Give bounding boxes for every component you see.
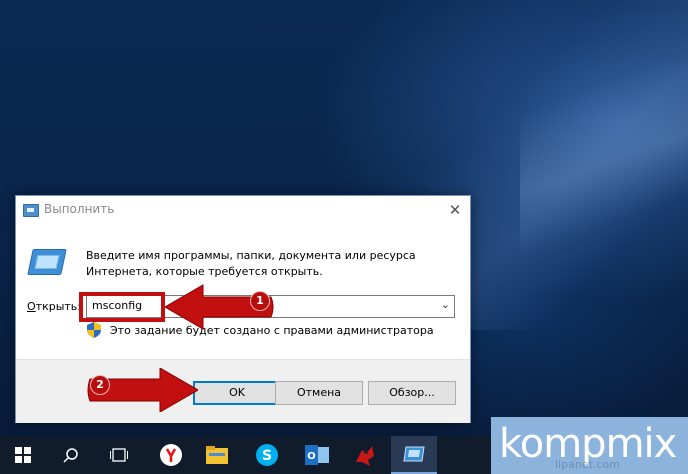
dialog-description: Введите имя программы, папки, документа …	[86, 249, 416, 278]
run-app-icon	[23, 204, 39, 217]
wallpaper-light-beam	[520, 0, 688, 260]
taskbar-file-explorer[interactable]	[194, 436, 240, 474]
watermark-sub: lipanet.com	[555, 458, 620, 471]
dialog-titlebar[interactable]: Выполнить ✕	[16, 196, 470, 224]
run-icon	[27, 249, 67, 275]
close-button[interactable]: ✕	[441, 198, 469, 222]
highlight-box	[79, 292, 165, 322]
dialog-title: Выполнить	[44, 202, 115, 216]
skype-icon: S	[256, 444, 278, 466]
step-badge-2: 2	[90, 375, 110, 395]
open-label: Открыть:	[27, 300, 81, 313]
search-button[interactable]	[48, 436, 94, 474]
taskbar-game-app[interactable]	[342, 436, 388, 474]
windows-logo-icon	[15, 447, 31, 463]
yandex-browser-icon	[160, 444, 182, 466]
svg-text:S: S	[262, 448, 272, 464]
outlook-icon: O	[305, 445, 329, 465]
taskbar-outlook[interactable]: O	[294, 436, 340, 474]
button-bar: OK Отмена Обзор...	[16, 359, 470, 423]
folder-icon	[206, 446, 228, 464]
search-icon	[63, 448, 78, 463]
uac-shield-icon	[87, 322, 101, 338]
cancel-button[interactable]: Отмена	[275, 381, 363, 405]
step-badge-1: 1	[250, 291, 270, 311]
task-view-button[interactable]	[96, 436, 142, 474]
browse-button[interactable]: Обзор...	[368, 381, 456, 405]
ok-button[interactable]: OK	[193, 381, 281, 405]
game-icon	[356, 446, 374, 466]
taskbar-run-app[interactable]	[391, 436, 437, 474]
svg-text:O: O	[307, 451, 316, 462]
task-view-icon	[110, 448, 128, 462]
chevron-down-icon[interactable]: ⌄	[441, 298, 450, 311]
run-app-icon	[403, 446, 425, 462]
taskbar-skype[interactable]: S	[244, 436, 290, 474]
start-button[interactable]	[0, 436, 46, 474]
taskbar-yandex-browser[interactable]	[148, 436, 194, 474]
